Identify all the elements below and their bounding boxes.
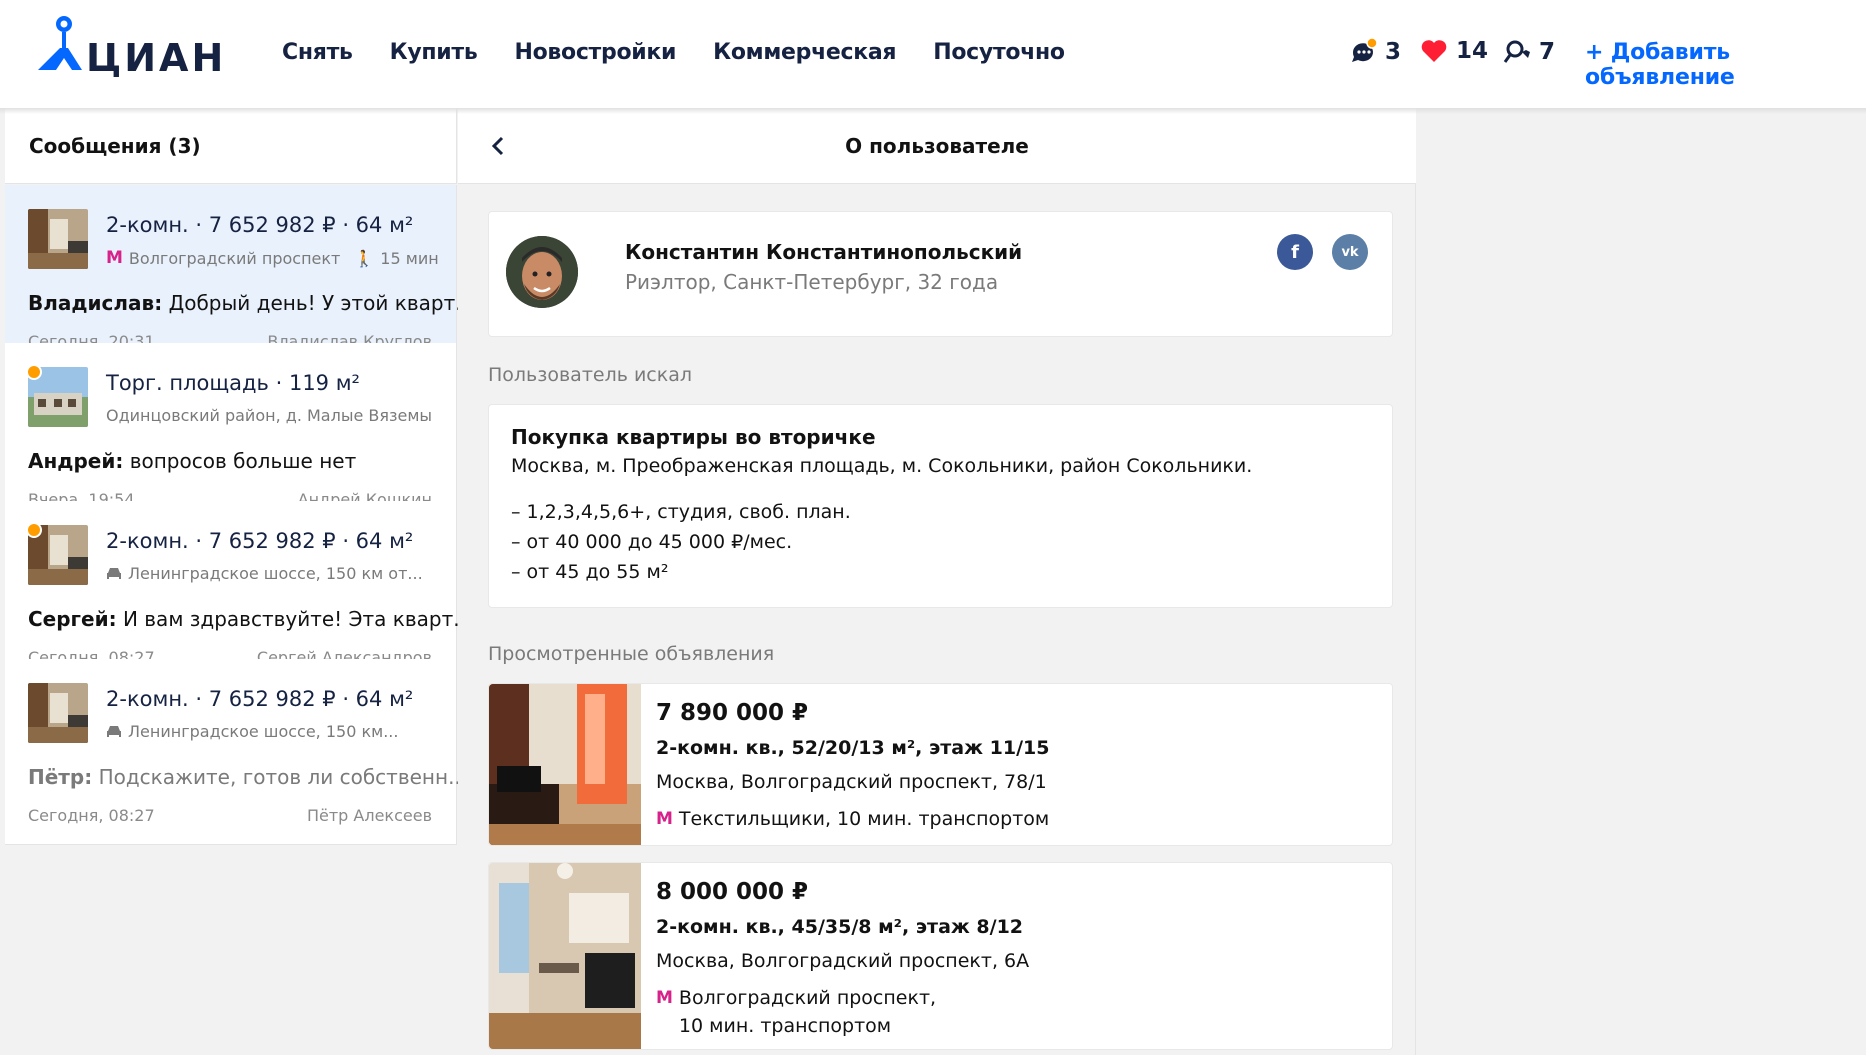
- nav-rent[interactable]: Снять: [282, 40, 353, 65]
- messages-sidebar: Сообщения (3) 2-комн. · 7 652 982 ₽ · 64…: [5, 108, 474, 1055]
- listing-metro: М Волгоградский проспект, 10 мин. трансп…: [656, 984, 936, 1040]
- message-text: Добрый день! У этой кварт...: [168, 291, 475, 315]
- user-profile-panel: О пользователе Константин Константинопол…: [458, 108, 1416, 1055]
- right-empty-area: [1417, 108, 1866, 1055]
- nav-newbuildings[interactable]: Новостройки: [514, 40, 676, 65]
- car-icon: [107, 567, 121, 579]
- last-message: Андрей: вопросов больше нет: [28, 449, 356, 473]
- listing-params: 2-комн. кв., 52/20/13 м², этаж 11/15: [656, 737, 1050, 759]
- metro-icon: М: [656, 809, 673, 829]
- metro-text: Волгоградский проспект, 10 мин. транспор…: [678, 987, 937, 1037]
- conversation-listing-title: Торг. площадь · 119 м²: [106, 371, 360, 395]
- listing-price: 8 000 000 ₽: [656, 879, 809, 905]
- messages-count: 3: [1385, 39, 1402, 65]
- location-text: Волгоградский проспект: [128, 248, 341, 268]
- search-criteria: – 1,2,3,4,5,6+, студия, своб. план. – от…: [511, 497, 851, 587]
- conversation-listing-title: 2-комн. · 7 652 982 ₽ · 64 м²: [106, 687, 414, 711]
- saved-search-count: 7: [1539, 39, 1556, 65]
- search-title: Покупка квартиры во вторичке: [511, 425, 876, 449]
- last-message: Сергей: И вам здравствуйте! Эта кварт...: [28, 607, 472, 631]
- top-header: ЦИАН Снять Купить Новостройки Коммерческ…: [0, 0, 1866, 108]
- saved-search-icon: [1503, 40, 1530, 63]
- saved-search-link[interactable]: 7: [1503, 38, 1555, 66]
- listing-params: 2-комн. кв., 45/35/8 м², этаж 8/12: [656, 916, 1024, 938]
- messages-title: Сообщения (3): [29, 134, 201, 158]
- conversation-listing-location: Одинцовский район, д. Малые Вяземы: [106, 406, 432, 425]
- avatar: [506, 236, 578, 308]
- listing-photo[interactable]: [489, 684, 641, 845]
- search-criterion: – от 45 до 55 м²: [511, 561, 669, 583]
- user-name: Константин Константинопольский: [625, 240, 1023, 264]
- location-text: Ленинградское шоссе, 150 км...: [128, 722, 399, 741]
- logo-pin-icon: [38, 16, 82, 70]
- profile-header: О пользователе: [458, 108, 1416, 184]
- nav-daily[interactable]: Посуточно: [933, 40, 1065, 65]
- conversation-listing-title: 2-комн. · 7 652 982 ₽ · 64 м²: [106, 213, 414, 237]
- heart-icon: [1421, 40, 1447, 62]
- listing-price: 7 890 000 ₽: [656, 700, 809, 726]
- listing-address: Москва, Волгоградский проспект, 78/1: [656, 771, 1047, 793]
- listing-photo[interactable]: [489, 863, 641, 1049]
- conversation-listing-title: 2-комн. · 7 652 982 ₽ · 64 м²: [106, 529, 414, 553]
- user-role: Риэлтор, Санкт-Петербург, 32 года: [625, 270, 999, 294]
- nav-commercial[interactable]: Коммерческая: [713, 40, 896, 65]
- message-author: Пётр:: [28, 765, 93, 789]
- conversation-item[interactable]: 2-комн. · 7 652 982 ₽ · 64 м² Ленинградс…: [5, 659, 467, 845]
- logo-wordmark: ЦИАН: [86, 36, 227, 80]
- chat-icon: [1352, 38, 1377, 62]
- conversation-listing-location: Ленинградское шоссе, 150 км от...: [106, 564, 423, 583]
- contact-name: Пётр Алексеев: [306, 806, 432, 825]
- main-nav: Снять Купить Новостройки Коммерческая По…: [282, 40, 1065, 65]
- metro-icon: М: [106, 248, 123, 268]
- nav-buy[interactable]: Купить: [390, 40, 478, 65]
- listing-card[interactable]: 7 890 000 ₽ 2-комн. кв., 52/20/13 м², эт…: [488, 683, 1393, 846]
- message-text: Подскажите, готов ли собственн...: [98, 765, 468, 789]
- profile-title: О пользователе: [845, 134, 1029, 158]
- listing-metro: М Текстильщики, 10 мин. транспортом: [656, 805, 1049, 833]
- car-icon: [107, 725, 121, 737]
- walk-icon: 🚶: [354, 248, 375, 268]
- search-history-label: Пользователь искал: [488, 364, 693, 386]
- location-text: Ленинградское шоссе, 150 км от...: [128, 564, 423, 583]
- last-message: Владислав: Добрый день! У этой кварт...: [28, 291, 474, 315]
- unread-dot: [26, 364, 42, 380]
- message-author: Сергей:: [28, 607, 117, 631]
- viewed-listings-label: Просмотренные объявления: [488, 643, 775, 665]
- listing-card[interactable]: 8 000 000 ₽ 2-комн. кв., 45/35/8 м², эта…: [488, 862, 1393, 1050]
- messages-header: Сообщения (3): [5, 108, 457, 184]
- metro-text: Текстильщики, 10 мин. транспортом: [678, 808, 1050, 830]
- add-listing-link[interactable]: + Добавить объявление: [1585, 40, 1866, 90]
- facebook-icon[interactable]: f: [1277, 234, 1313, 270]
- conversation-listing-location: Ленинградское шоссе, 150 км...: [106, 722, 398, 741]
- cian-logo[interactable]: ЦИАН: [34, 12, 223, 82]
- listing-thumbnail: [28, 209, 88, 269]
- last-message: Пётр: Подскажите, готов ли собственн...: [28, 765, 467, 789]
- message-date: Сегодня, 08:27: [28, 806, 155, 825]
- search-criterion: – от 40 000 до 45 000 ₽/мес.: [511, 531, 793, 553]
- favorites-link[interactable]: 14: [1420, 38, 1488, 64]
- messages-link[interactable]: 3: [1349, 38, 1401, 66]
- location-text: Одинцовский район, д. Малые Вяземы: [106, 406, 433, 425]
- search-criterion: – 1,2,3,4,5,6+, студия, своб. план.: [511, 501, 851, 523]
- user-card: Константин Константинопольский Риэлтор, …: [488, 211, 1393, 337]
- search-location: Москва, м. Преображенская площадь, м. Со…: [511, 455, 1253, 477]
- travel-time: 15 мин: [380, 248, 439, 268]
- message-author: Владислав:: [28, 291, 163, 315]
- metro-icon: М: [656, 988, 673, 1008]
- listing-thumbnail: [28, 683, 88, 743]
- conversation-listing-location: М Волгоградский проспект 🚶 15 мин: [106, 248, 439, 268]
- search-card: Покупка квартиры во вторичке Москва, м. …: [488, 404, 1393, 608]
- vk-icon[interactable]: vk: [1332, 234, 1368, 270]
- message-author: Андрей:: [28, 449, 124, 473]
- header-shadow: [0, 108, 1866, 114]
- message-text: И вам здравствуйте! Эта кварт...: [122, 607, 473, 631]
- favorites-count: 14: [1456, 38, 1489, 64]
- message-text: вопросов больше нет: [129, 449, 357, 473]
- listing-address: Москва, Волгоградский проспект, 6А: [656, 950, 1030, 972]
- unread-dot: [26, 522, 42, 538]
